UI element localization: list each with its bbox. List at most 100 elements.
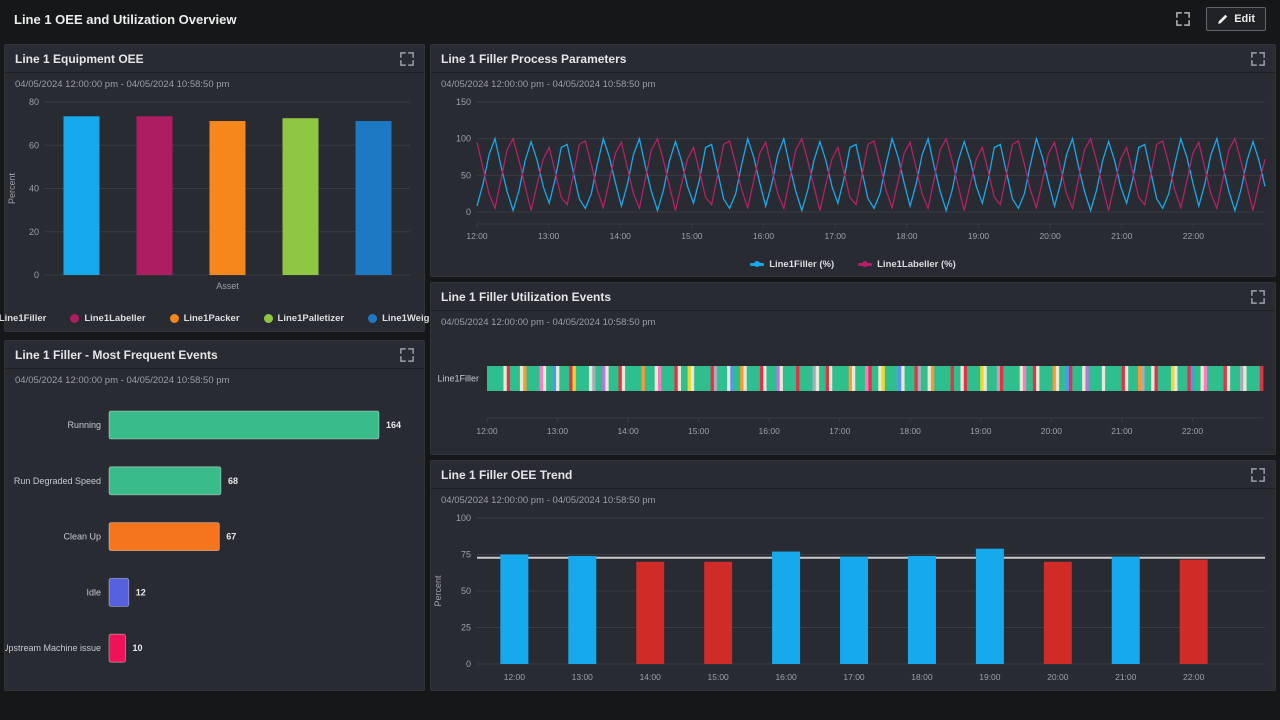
kiosk-mode-icon[interactable] <box>1176 12 1190 26</box>
svg-text:20:00: 20:00 <box>1041 426 1063 436</box>
svg-text:75: 75 <box>461 550 471 560</box>
svg-text:100: 100 <box>456 513 471 523</box>
svg-text:22:00: 22:00 <box>1182 426 1204 436</box>
fullscreen-icon[interactable] <box>400 52 414 66</box>
svg-text:Run Degraded Speed: Run Degraded Speed <box>14 476 101 486</box>
svg-text:20:00: 20:00 <box>1047 672 1069 682</box>
panel-title: Line 1 Filler OEE Trend <box>441 468 572 482</box>
svg-text:22:00: 22:00 <box>1183 231 1205 241</box>
panel-title: Line 1 Filler - Most Frequent Events <box>15 348 218 362</box>
bar-Line1Labeller <box>137 116 173 275</box>
panel-header: Line 1 Equipment OEE <box>5 45 424 73</box>
svg-text:25: 25 <box>461 623 471 633</box>
bar-18:00 <box>908 556 936 664</box>
utilization-state-timeline: Line1Filler12:0013:0014:0015:0016:0017:0… <box>431 332 1275 454</box>
svg-text:80: 80 <box>29 97 39 107</box>
svg-text:20:00: 20:00 <box>1039 231 1061 241</box>
svg-text:13:00: 13:00 <box>547 426 569 436</box>
svg-text:15:00: 15:00 <box>681 231 703 241</box>
panel-utilization-events: Line 1 Filler Utilization Events 04/05/2… <box>430 282 1276 455</box>
time-range-label: 04/05/2024 12:00:00 pm - 04/05/2024 10:5… <box>5 73 424 94</box>
legend-item-Line1Filler (%)[interactable]: Line1Filler (%) <box>750 259 834 270</box>
legend-item-Line1Labeller[interactable]: Line1Labeller <box>70 313 145 324</box>
svg-text:13:00: 13:00 <box>538 231 560 241</box>
chart-legend: Line1FillerLine1LabellerLine1PackerLine1… <box>5 305 424 331</box>
fullscreen-icon[interactable] <box>1251 468 1265 482</box>
legend-marker <box>858 263 872 266</box>
fullscreen-icon[interactable] <box>1251 52 1265 66</box>
time-range-label: 04/05/2024 12:00:00 pm - 04/05/2024 10:5… <box>431 73 1275 94</box>
svg-text:0: 0 <box>466 207 471 217</box>
svg-text:18:00: 18:00 <box>900 426 922 436</box>
svg-text:14:00: 14:00 <box>640 672 662 682</box>
svg-text:12:00: 12:00 <box>504 672 526 682</box>
bar-20:00 <box>1044 562 1072 664</box>
svg-text:19:00: 19:00 <box>970 426 992 436</box>
svg-text:12: 12 <box>136 587 146 597</box>
bar-Clean Up <box>109 523 219 551</box>
legend-label: Line1Packer <box>184 313 240 324</box>
bar-Line1Weigher <box>356 121 392 275</box>
svg-text:Running: Running <box>67 420 101 430</box>
bar-Line1Palletizer <box>283 118 319 275</box>
time-range-label: 04/05/2024 12:00:00 pm - 04/05/2024 10:5… <box>431 489 1275 510</box>
svg-text:21:00: 21:00 <box>1111 231 1133 241</box>
svg-text:Upstream Machine issue: Upstream Machine issue <box>5 643 101 653</box>
svg-text:68: 68 <box>228 476 238 486</box>
time-range-label: 04/05/2024 12:00:00 pm - 04/05/2024 10:5… <box>5 369 424 390</box>
bar-12:00 <box>500 555 528 665</box>
svg-text:60: 60 <box>29 140 39 150</box>
svg-text:17:00: 17:00 <box>825 231 847 241</box>
legend-item-Line1Filler[interactable]: Line1Filler <box>0 313 46 324</box>
header-actions: Edit <box>1176 7 1266 31</box>
fullscreen-icon[interactable] <box>400 348 414 362</box>
series-Line1Filler (%) <box>477 139 1265 211</box>
panel-process-parameters: Line 1 Filler Process Parameters 04/05/2… <box>430 44 1276 277</box>
svg-text:Asset: Asset <box>216 281 239 291</box>
panel-equipment-oee: Line 1 Equipment OEE 04/05/2024 12:00:00… <box>4 44 425 332</box>
svg-text:17:00: 17:00 <box>843 672 865 682</box>
bar-Line1Filler <box>64 116 100 275</box>
bar-21:00 <box>1112 557 1140 664</box>
legend-label: Line1Filler <box>0 313 46 324</box>
panel-title: Line 1 Filler Process Parameters <box>441 52 626 66</box>
bar-Upstream Machine issue <box>109 634 125 662</box>
svg-text:12:00: 12:00 <box>476 426 498 436</box>
edit-button[interactable]: Edit <box>1206 7 1266 31</box>
svg-text:Idle: Idle <box>86 587 101 597</box>
chart-legend: Line1Filler (%) Line1Labeller (%) <box>431 252 1275 276</box>
panel-header: Line 1 Filler - Most Frequent Events <box>5 341 424 369</box>
panel-header: Line 1 Filler Process Parameters <box>431 45 1275 73</box>
svg-text:17:00: 17:00 <box>829 426 851 436</box>
svg-text:21:00: 21:00 <box>1115 672 1137 682</box>
legend-label: Line1Labeller <box>84 313 145 324</box>
svg-text:15:00: 15:00 <box>708 672 730 682</box>
svg-text:50: 50 <box>461 170 471 180</box>
svg-text:12:00: 12:00 <box>466 231 488 241</box>
svg-text:15:00: 15:00 <box>688 426 710 436</box>
bar-14:00 <box>636 562 664 664</box>
legend-item-Line1Labeller (%)[interactable]: Line1Labeller (%) <box>858 259 956 270</box>
legend-label: Line1Filler (%) <box>769 259 834 270</box>
panel-header: Line 1 Filler Utilization Events <box>431 283 1275 311</box>
bar-13:00 <box>568 556 596 664</box>
panel-title: Line 1 Equipment OEE <box>15 52 144 66</box>
legend-item-Line1Packer[interactable]: Line1Packer <box>170 313 240 324</box>
svg-text:Clean Up: Clean Up <box>63 532 101 542</box>
svg-text:0: 0 <box>466 659 471 669</box>
equipment-oee-bar-chart: 020406080PercentAsset <box>5 94 424 305</box>
svg-text:13:00: 13:00 <box>572 672 594 682</box>
panel-oee-trend: Line 1 Filler OEE Trend 04/05/2024 12:00… <box>430 460 1276 691</box>
svg-text:18:00: 18:00 <box>896 231 918 241</box>
bar-15:00 <box>704 562 732 664</box>
bar-17:00 <box>840 557 868 664</box>
svg-text:22:00: 22:00 <box>1183 672 1205 682</box>
svg-text:100: 100 <box>456 134 471 144</box>
panel-header: Line 1 Filler OEE Trend <box>431 461 1275 489</box>
svg-text:164: 164 <box>386 420 401 430</box>
svg-text:19:00: 19:00 <box>979 672 1001 682</box>
svg-text:Percent: Percent <box>433 575 443 607</box>
fullscreen-icon[interactable] <box>1251 290 1265 304</box>
panel-most-frequent-events: Line 1 Filler - Most Frequent Events 04/… <box>4 340 425 691</box>
legend-item-Line1Palletizer[interactable]: Line1Palletizer <box>264 313 345 324</box>
